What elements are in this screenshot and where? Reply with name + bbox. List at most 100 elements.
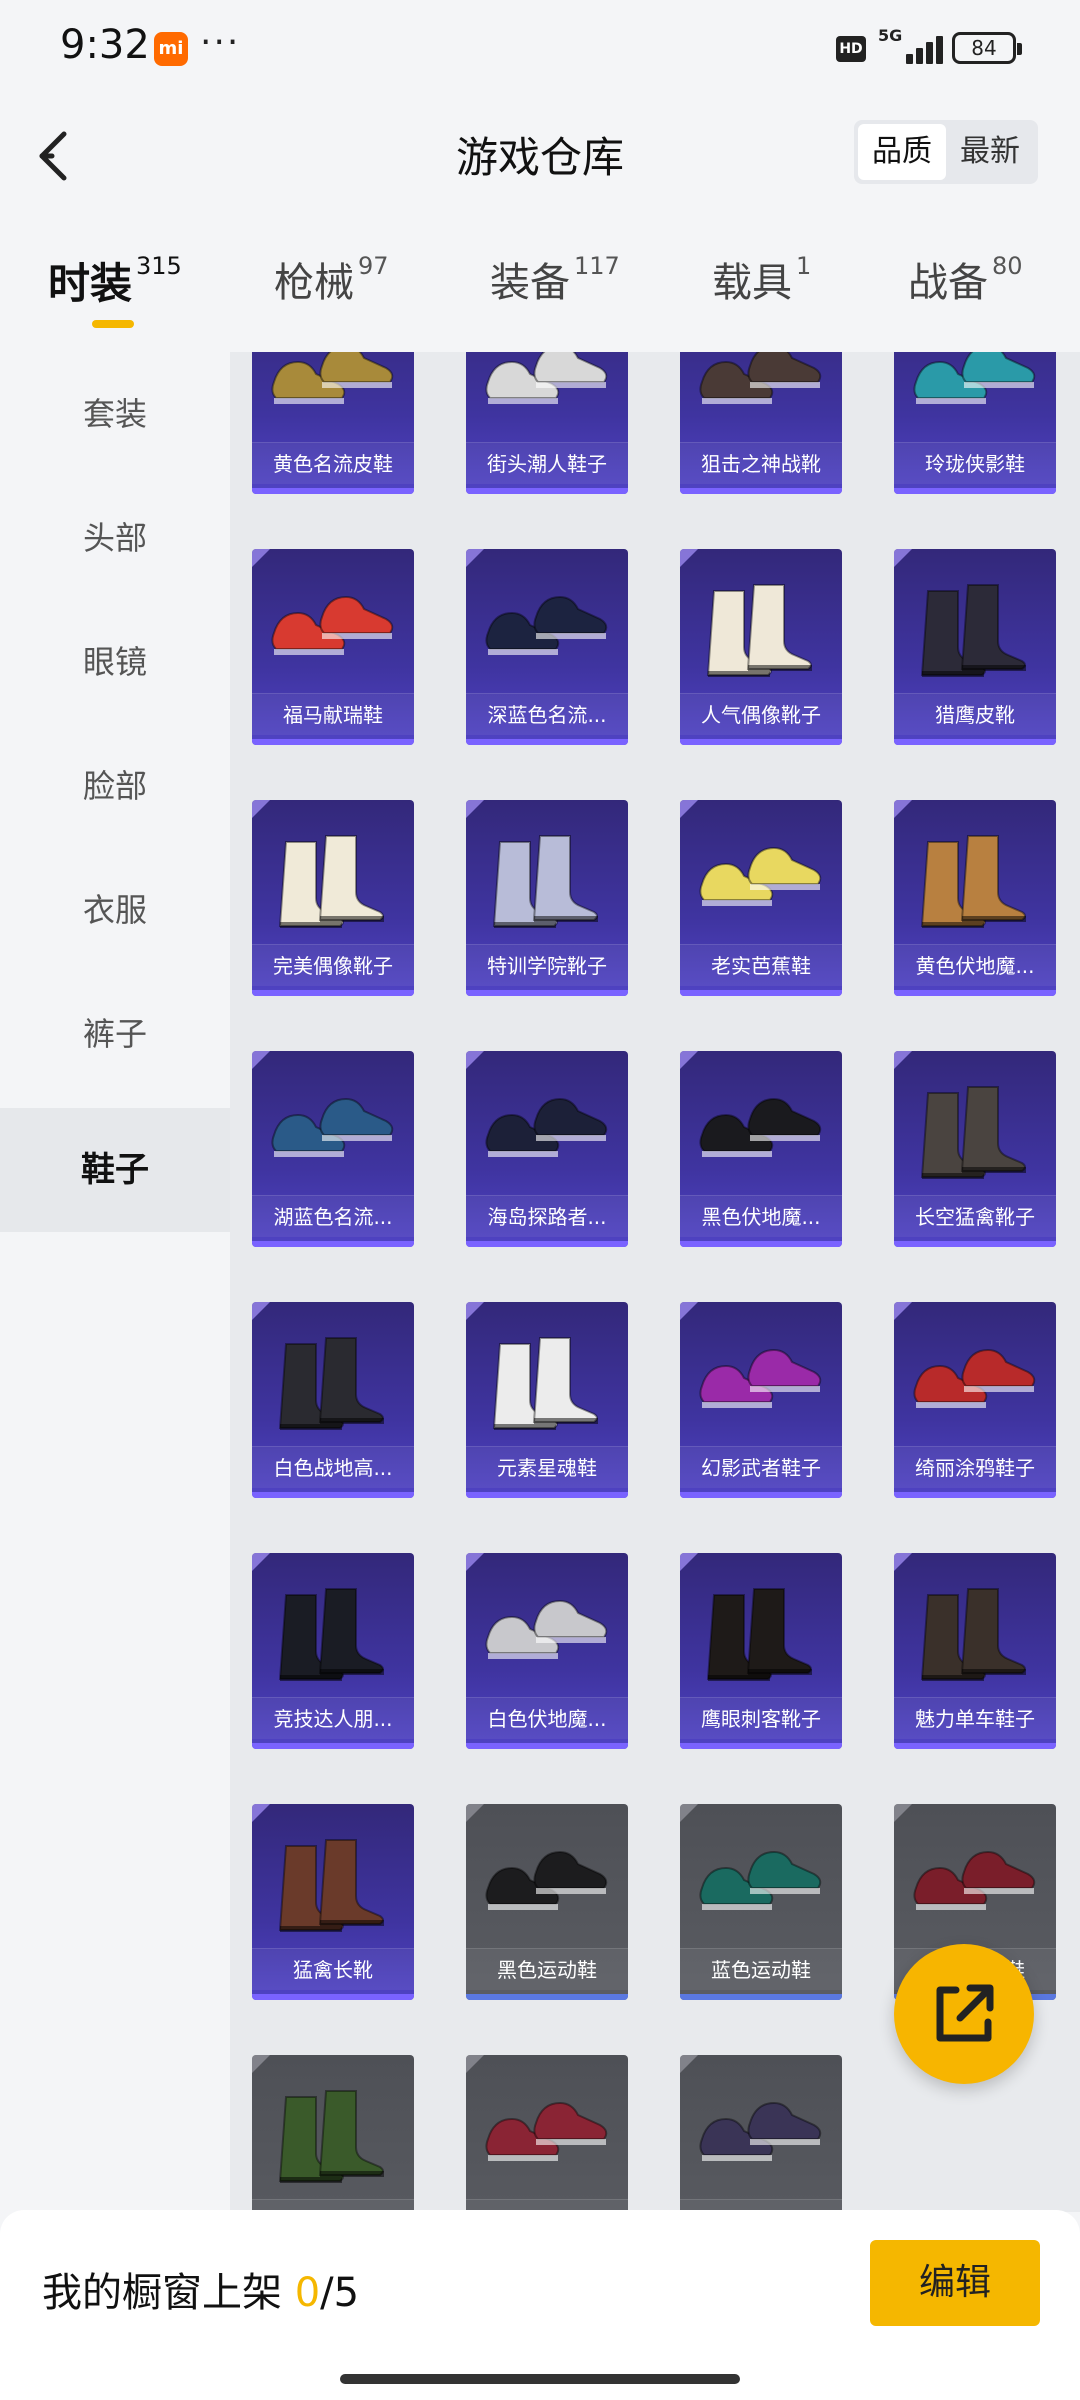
quality-corner bbox=[894, 1302, 912, 1320]
item-card[interactable]: 绮丽涂鸦鞋子 bbox=[894, 1302, 1056, 1498]
quality-bar bbox=[680, 1241, 842, 1247]
boot-icon bbox=[266, 828, 400, 938]
item-card[interactable]: 猛禽长靴 bbox=[252, 1804, 414, 2000]
shoe-icon bbox=[694, 1832, 828, 1942]
sidebar-item-outfits[interactable]: 套装 bbox=[0, 352, 230, 476]
item-card[interactable]: 竞技达人朋... bbox=[252, 1553, 414, 1749]
item-card[interactable]: 魔术贴紫色... bbox=[680, 2055, 842, 2212]
shoe-icon bbox=[266, 352, 400, 436]
sidebar-item-face[interactable]: 脸部 bbox=[0, 724, 230, 848]
item-card[interactable]: 完美偶像靴子 bbox=[252, 800, 414, 996]
item-card[interactable]: 街头潮人鞋子 bbox=[466, 352, 628, 494]
item-card[interactable]: 海岛探路者... bbox=[466, 1051, 628, 1247]
item-card[interactable]: 元素星魂鞋 bbox=[466, 1302, 628, 1498]
quality-corner bbox=[252, 1051, 270, 1069]
quality-bar bbox=[680, 1492, 842, 1498]
item-card[interactable]: 黄色伏地魔... bbox=[894, 800, 1056, 996]
quality-corner bbox=[680, 800, 698, 818]
item-card[interactable]: 特训学院靴子 bbox=[466, 800, 628, 996]
item-name: 狙击之神战靴 bbox=[680, 442, 842, 484]
item-card[interactable]: 玲珑侠影鞋 bbox=[894, 352, 1056, 494]
quality-bar bbox=[680, 1743, 842, 1749]
item-card[interactable]: 魅力单车鞋子 bbox=[894, 1553, 1056, 1749]
item-card[interactable]: 猎鹰皮靴 bbox=[894, 549, 1056, 745]
share-icon bbox=[936, 1984, 994, 2042]
item-name: 深蓝色名流... bbox=[466, 693, 628, 735]
category-tabs: 时装 315 枪械 97 装备 117 载具 1 战备 80 bbox=[0, 250, 1080, 340]
shoe-icon bbox=[694, 1079, 828, 1189]
sidebar-item-glasses[interactable]: 眼镜 bbox=[0, 600, 230, 724]
share-button[interactable] bbox=[894, 1944, 1034, 2084]
item-name: 人气偶像靴子 bbox=[680, 693, 842, 735]
edit-button[interactable]: 编辑 bbox=[870, 2240, 1040, 2326]
tab-vehicles[interactable]: 载具 1 bbox=[712, 250, 811, 340]
sort-quality-button[interactable]: 品质 bbox=[858, 124, 946, 180]
quality-bar bbox=[680, 1994, 842, 2000]
item-grid[interactable]: 黄色名流皮鞋 街头潮人鞋子 狙击之神战靴 玲珑侠影鞋福马献瑞鞋 深蓝色名流... 人气偶像… bbox=[230, 352, 1080, 2212]
tab-weapons[interactable]: 枪械 97 bbox=[274, 250, 389, 340]
quality-bar bbox=[894, 1743, 1056, 1749]
sidebar-item-head[interactable]: 头部 bbox=[0, 476, 230, 600]
item-card[interactable]: 黄色名流皮鞋 bbox=[252, 352, 414, 494]
battery-icon: 84 bbox=[952, 32, 1022, 64]
shoe-icon bbox=[480, 1581, 614, 1691]
item-card[interactable]: 魔术贴红色... bbox=[466, 2055, 628, 2212]
item-card[interactable]: 福马献瑞鞋 bbox=[252, 549, 414, 745]
quality-corner bbox=[252, 2055, 270, 2073]
item-card[interactable]: 黑色运动鞋 bbox=[466, 1804, 628, 2000]
item-card[interactable]: 蓝色运动鞋 bbox=[680, 1804, 842, 2000]
shoe-icon bbox=[480, 2083, 614, 2193]
quality-bar bbox=[680, 990, 842, 996]
shoe-icon bbox=[694, 828, 828, 938]
quality-bar bbox=[466, 1492, 628, 1498]
item-card[interactable]: 老实芭蕉鞋 bbox=[680, 800, 842, 996]
item-card[interactable]: 深蓝色名流... bbox=[466, 549, 628, 745]
quality-bar bbox=[466, 488, 628, 494]
item-card[interactable]: 黑色伏地魔... bbox=[680, 1051, 842, 1247]
shoe-icon bbox=[480, 352, 614, 436]
item-card[interactable]: 人气偶像靴子 bbox=[680, 549, 842, 745]
tab-equipment[interactable]: 装备 117 bbox=[490, 250, 620, 340]
sidebar-item-pants[interactable]: 裤子 bbox=[0, 972, 230, 1096]
quality-bar bbox=[680, 488, 842, 494]
item-card[interactable]: 狙击之神战靴 bbox=[680, 352, 842, 494]
boot-icon bbox=[480, 1330, 614, 1440]
quality-corner bbox=[680, 549, 698, 567]
shoe-icon bbox=[480, 577, 614, 687]
shoe-icon bbox=[266, 1079, 400, 1189]
item-card[interactable]: 湖蓝色名流... bbox=[252, 1051, 414, 1247]
quality-bar bbox=[466, 990, 628, 996]
item-name: 白色伏地魔... bbox=[466, 1697, 628, 1739]
bottom-bar: 我的橱窗上架 0/5 编辑 bbox=[0, 2210, 1080, 2400]
item-card[interactable]: 鹰眼刺客靴子 bbox=[680, 1553, 842, 1749]
quality-bar bbox=[252, 739, 414, 745]
item-name: 幻影武者鞋子 bbox=[680, 1446, 842, 1488]
item-card[interactable]: 幻影武者鞋子 bbox=[680, 1302, 842, 1498]
item-card[interactable]: 绿色便靴 bbox=[252, 2055, 414, 2212]
boot-icon bbox=[266, 1581, 400, 1691]
quality-bar bbox=[466, 739, 628, 745]
sidebar-item-shoes[interactable]: 鞋子 bbox=[0, 1108, 230, 1232]
item-card[interactable]: 长空猛禽靴子 bbox=[894, 1051, 1056, 1247]
quality-bar bbox=[894, 990, 1056, 996]
quality-bar bbox=[894, 739, 1056, 745]
boot-icon bbox=[908, 1079, 1042, 1189]
home-indicator[interactable] bbox=[340, 2374, 740, 2384]
item-card[interactable]: 白色战地高... bbox=[252, 1302, 414, 1498]
sort-toggle: 品质 最新 bbox=[854, 120, 1038, 184]
quality-corner bbox=[680, 1804, 698, 1822]
tab-label: 装备 bbox=[490, 260, 570, 306]
shoe-icon bbox=[908, 1832, 1042, 1942]
item-card[interactable]: 白色伏地魔... bbox=[466, 1553, 628, 1749]
tab-supplies[interactable]: 战备 80 bbox=[908, 250, 1023, 340]
signal-icon bbox=[880, 30, 943, 64]
item-name: 魅力单车鞋子 bbox=[894, 1697, 1056, 1739]
tab-count: 315 bbox=[136, 252, 182, 280]
tab-count: 117 bbox=[574, 252, 620, 280]
active-tab-indicator bbox=[92, 320, 134, 328]
sidebar-item-clothes[interactable]: 衣服 bbox=[0, 848, 230, 972]
sort-latest-button[interactable]: 最新 bbox=[946, 124, 1034, 180]
quality-corner bbox=[252, 1804, 270, 1822]
item-name: 长空猛禽靴子 bbox=[894, 1195, 1056, 1237]
quality-corner bbox=[466, 549, 484, 567]
